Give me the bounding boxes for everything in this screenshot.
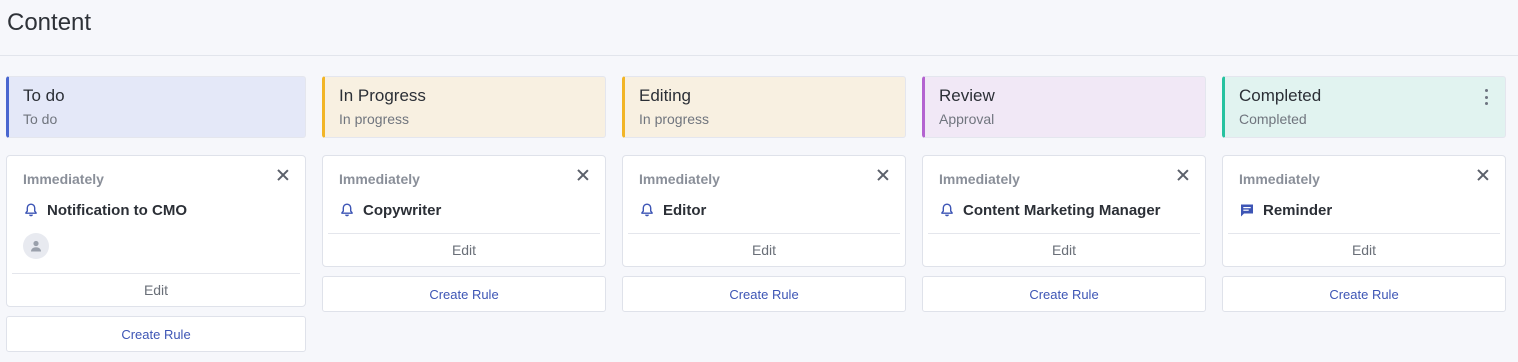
close-icon[interactable] [276,168,290,182]
bell-icon [639,202,655,218]
column-subtitle: Approval [939,111,995,127]
rule-action-label: Content Marketing Manager [963,201,1161,219]
column-subtitle: In progress [639,111,710,127]
column-header[interactable]: Editing In progress [622,76,906,138]
column-header[interactable]: Review Approval [922,76,1206,138]
column-title: To do [23,86,65,105]
rule-card: Immediately Notification to CMO Edit [6,155,306,307]
rule-action-label: Editor [663,201,707,219]
column-header[interactable]: To do To do [6,76,306,138]
edit-button[interactable]: Edit [1228,233,1500,266]
close-icon[interactable] [1476,168,1490,182]
rule-action: Editor [639,201,889,219]
edit-button[interactable]: Edit [12,273,300,306]
column-title: Editing [639,86,691,105]
rule-action: Notification to CMO [23,201,289,219]
create-rule-button[interactable]: Create Rule [1222,276,1506,312]
column-editing: Editing In progress Immediately Editor E… [622,76,906,312]
rule-action: Copywriter [339,201,589,219]
page-title: Content [7,9,92,36]
column-review: Review Approval Immediately Content Mark… [922,76,1206,312]
column-subtitle: Completed [1239,111,1307,127]
column-title: Review [939,86,995,105]
rule-card: Immediately Editor Edit [622,155,906,267]
column-title: Completed [1239,86,1322,105]
edit-button[interactable]: Edit [928,233,1200,266]
avatar[interactable] [23,233,49,259]
column-subtitle: To do [23,111,58,127]
message-icon [1239,202,1255,218]
create-rule-button[interactable]: Create Rule [922,276,1206,312]
bell-icon [23,202,39,218]
user-icon [31,240,41,252]
column-subtitle: In progress [339,111,410,127]
create-rule-button[interactable]: Create Rule [622,276,906,312]
close-icon[interactable] [576,168,590,182]
bell-icon [339,202,355,218]
rule-action: Reminder [1239,201,1489,219]
rule-card: Immediately Reminder Edit [1222,155,1506,267]
close-icon[interactable] [1176,168,1190,182]
column-title: In Progress [339,86,426,105]
rule-trigger: Immediately [639,171,720,187]
rule-action-label: Notification to CMO [47,201,187,219]
rule-trigger: Immediately [939,171,1020,187]
rule-action-label: Reminder [1263,201,1333,219]
rule-action: Content Marketing Manager [939,201,1189,219]
more-vertical-icon[interactable] [1481,89,1491,105]
column-in-progress: In Progress In progress Immediately Copy… [322,76,606,312]
page-header: Content [0,0,1518,56]
column-to-do: To do To do Immediately Notification to … [6,76,306,352]
column-completed: Completed Completed Immediately Reminder… [1222,76,1506,312]
create-rule-button[interactable]: Create Rule [6,316,306,352]
edit-button[interactable]: Edit [628,233,900,266]
edit-button[interactable]: Edit [328,233,600,266]
rule-action-label: Copywriter [363,201,442,219]
rule-trigger: Immediately [1239,171,1320,187]
bell-icon [939,202,955,218]
rule-trigger: Immediately [339,171,420,187]
rule-trigger: Immediately [23,171,104,187]
column-header[interactable]: In Progress In progress [322,76,606,138]
column-header[interactable]: Completed Completed [1222,76,1506,138]
rule-card: Immediately Content Marketing Manager Ed… [922,155,1206,267]
close-icon[interactable] [876,168,890,182]
rule-card: Immediately Copywriter Edit [322,155,606,267]
create-rule-button[interactable]: Create Rule [322,276,606,312]
